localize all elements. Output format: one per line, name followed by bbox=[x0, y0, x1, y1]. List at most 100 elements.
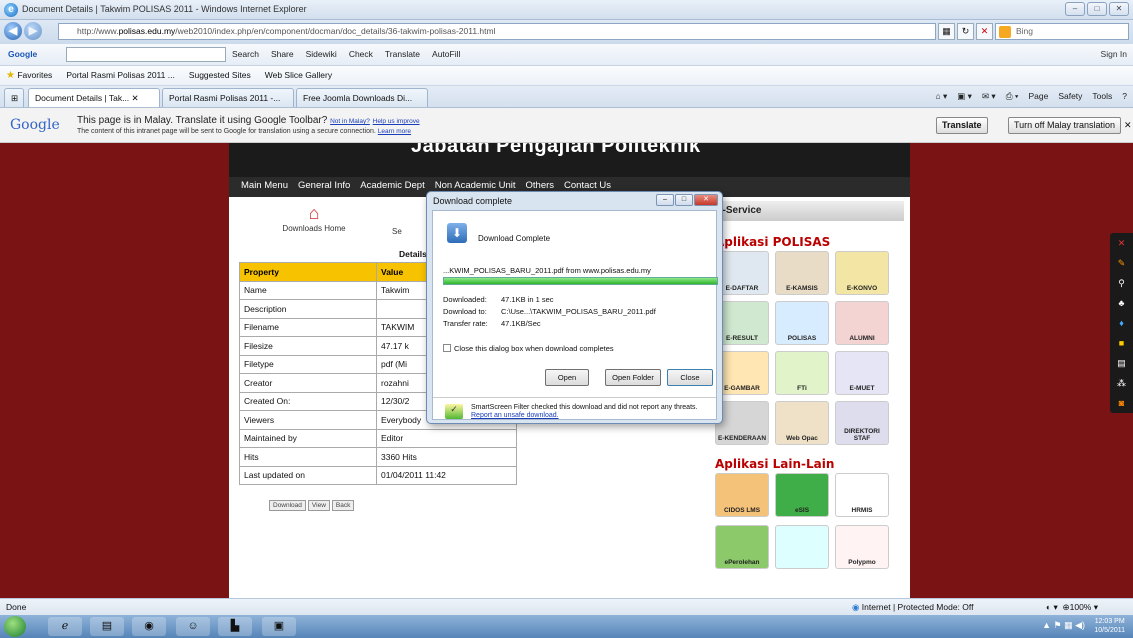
sign-in-link[interactable]: Sign In bbox=[1101, 49, 1127, 59]
google-toolbar-item[interactable]: Check bbox=[349, 49, 373, 59]
back-link-button[interactable]: Back bbox=[331, 500, 355, 511]
refresh-icon[interactable]: ↻ bbox=[957, 23, 974, 40]
search-link[interactable]: Se bbox=[392, 227, 402, 236]
nav-item[interactable]: General Info bbox=[298, 180, 350, 191]
app-icon-e-kenderaan[interactable]: E-KENDERAAN bbox=[715, 401, 769, 445]
app-icon-app[interactable] bbox=[775, 525, 829, 569]
taskbar-app-icon[interactable]: ▙ bbox=[218, 617, 252, 636]
mail-icon[interactable]: ✉ ▾ bbox=[982, 91, 996, 102]
fav-item[interactable]: Portal Rasmi Polisas 2011 ... bbox=[66, 70, 175, 81]
google-search-input[interactable] bbox=[66, 47, 226, 62]
google-toolbar-item[interactable]: Translate bbox=[385, 49, 420, 59]
google-toolbar-item[interactable]: Search bbox=[232, 49, 259, 59]
maximize-button[interactable]: □ bbox=[1087, 2, 1107, 16]
app-icon-eperolehan[interactable]: ePerolehan bbox=[715, 525, 769, 569]
digg-icon[interactable]: ♣ bbox=[1110, 293, 1133, 313]
bookmark-icon[interactable]: ■ bbox=[1110, 333, 1133, 353]
forward-button[interactable]: ▶ bbox=[24, 22, 42, 40]
more-share-icon[interactable]: ⁂ bbox=[1110, 373, 1133, 393]
report-unsafe-link[interactable]: Report an unsafe download. bbox=[471, 412, 559, 419]
view-button[interactable]: View bbox=[307, 500, 330, 511]
minimize-button[interactable]: – bbox=[1065, 2, 1085, 16]
rss-icon[interactable]: ◙ bbox=[1110, 393, 1133, 413]
fav-item[interactable]: Web Slice Gallery bbox=[265, 70, 332, 81]
nav-item[interactable]: Others bbox=[526, 180, 555, 191]
app-icon-web-opac[interactable]: Web Opac bbox=[775, 401, 829, 445]
app-icon-cidos-lms[interactable]: CIDOS LMS bbox=[715, 473, 769, 517]
turn-off-translation-button[interactable]: Turn off Malay translation bbox=[1008, 117, 1122, 134]
fav-item[interactable]: Suggested Sites bbox=[189, 70, 251, 81]
address-bar[interactable]: http://www.polisas.edu.my/web2010/index.… bbox=[58, 23, 936, 40]
stop-icon[interactable]: ✕ bbox=[976, 23, 993, 40]
close-when-complete-checkbox[interactable]: Close this dialog box when download comp… bbox=[443, 344, 614, 353]
app-icon-polisas[interactable]: POLISAS bbox=[775, 301, 829, 345]
search-share-icon[interactable]: ⚲ bbox=[1110, 273, 1133, 293]
app-icon-e-gambar[interactable]: E-GAMBAR bbox=[715, 351, 769, 395]
help-improve-link[interactable]: Help us improve bbox=[373, 118, 420, 125]
safety-menu[interactable]: Safety bbox=[1058, 91, 1082, 102]
close-button[interactable]: Close bbox=[667, 369, 713, 386]
close-translate-icon[interactable]: ✕ bbox=[1124, 120, 1132, 131]
home-icon[interactable]: ⌂ ▾ bbox=[936, 91, 948, 102]
app-icon-esis[interactable]: eSIS bbox=[775, 473, 829, 517]
taskbar-folder-icon[interactable]: ▤ bbox=[90, 617, 124, 636]
taskbar-media-icon[interactable]: ◉ bbox=[132, 617, 166, 636]
google-toolbar-item[interactable]: AutoFill bbox=[432, 49, 460, 59]
app-icon-e-result[interactable]: E-RESULT bbox=[715, 301, 769, 345]
taskbar-messenger-icon[interactable]: ☺ bbox=[176, 617, 210, 636]
download-button[interactable]: Download bbox=[269, 500, 306, 511]
help-icon[interactable]: ? bbox=[1122, 91, 1127, 102]
zoom-control[interactable]: ◐ ▾ ⊕100% ▾ bbox=[1046, 602, 1098, 613]
favorites-button[interactable]: ★ Favorites bbox=[6, 70, 52, 81]
taskbar-window-icon[interactable]: ▣ bbox=[262, 617, 296, 636]
feeds-icon[interactable]: ▣ ▾ bbox=[957, 91, 972, 102]
close-share-icon[interactable]: ✕ bbox=[1110, 233, 1133, 253]
search-box[interactable]: Bing bbox=[995, 23, 1129, 40]
print-share-icon[interactable]: ▤ bbox=[1110, 353, 1133, 373]
open-folder-button[interactable]: Open Folder bbox=[605, 369, 661, 386]
taskbar-ie-icon[interactable]: ℯ bbox=[48, 617, 82, 636]
nav-item[interactable]: Contact Us bbox=[564, 180, 611, 191]
app-icon-hrmis[interactable]: HRMIS bbox=[835, 473, 889, 517]
nav-item[interactable]: Main Menu bbox=[241, 180, 288, 191]
nav-item[interactable]: Academic Dept bbox=[360, 180, 424, 191]
delicious-icon[interactable]: ♦ bbox=[1110, 313, 1133, 333]
downloads-home-link[interactable]: ⌂ Downloads Home bbox=[269, 203, 359, 233]
app-icon-fti[interactable]: FTi bbox=[775, 351, 829, 395]
share-icon[interactable]: ✎ bbox=[1110, 253, 1133, 273]
tab-portal[interactable]: Portal Rasmi Polisas 2011 -... bbox=[162, 88, 294, 107]
open-button[interactable]: Open bbox=[545, 369, 589, 386]
google-toolbar-item[interactable]: Share bbox=[271, 49, 294, 59]
close-window-button[interactable]: ✕ bbox=[1109, 2, 1129, 16]
google-toolbar-item[interactable]: Sidewiki bbox=[306, 49, 337, 59]
app-icon-polypmo[interactable]: Polypmo bbox=[835, 525, 889, 569]
globe-icon: ◉ bbox=[852, 602, 860, 612]
start-button[interactable] bbox=[4, 616, 26, 637]
tools-menu[interactable]: Tools bbox=[1092, 91, 1112, 102]
app-icon-direktori-staf[interactable]: DIREKTORI STAF bbox=[835, 401, 889, 445]
not-malay-link[interactable]: Not in Malay? bbox=[330, 118, 370, 125]
security-zone[interactable]: ◉ Internet | Protected Mode: Off bbox=[852, 602, 973, 613]
print-icon[interactable]: ⎙ ▾ bbox=[1006, 91, 1019, 102]
dialog-close-button[interactable]: ✕ bbox=[694, 194, 718, 206]
dialog-controls: – □ ✕ bbox=[656, 194, 718, 206]
quick-tabs-button[interactable]: ⊞ bbox=[4, 88, 24, 107]
tab-row: ⊞ Document Details | Tak... ✕ Portal Ras… bbox=[0, 86, 1133, 108]
tab-document-details[interactable]: Document Details | Tak... ✕ bbox=[28, 88, 160, 107]
back-button[interactable]: ◀ bbox=[4, 22, 22, 40]
learn-more-link[interactable]: Learn more bbox=[378, 128, 411, 135]
translate-button[interactable]: Translate bbox=[936, 117, 988, 134]
app-icon-e-kamsis[interactable]: E-KAMSIS bbox=[775, 251, 829, 295]
clock[interactable]: 12:03 PM 10/5/2011 bbox=[1094, 617, 1125, 635]
app-icon-alumni[interactable]: ALUMNI bbox=[835, 301, 889, 345]
dialog-maximize-button[interactable]: □ bbox=[675, 194, 693, 206]
app-icon-e-konvo[interactable]: E-KONVO bbox=[835, 251, 889, 295]
compat-view-icon[interactable]: ▦ bbox=[938, 23, 955, 40]
tab-joomla[interactable]: Free Joomla Downloads Di... bbox=[296, 88, 428, 107]
app-icon-e-daftar[interactable]: E-DAFTAR bbox=[715, 251, 769, 295]
dialog-minimize-button[interactable]: – bbox=[656, 194, 674, 206]
app-icon-e-muet[interactable]: E-MUET bbox=[835, 351, 889, 395]
system-tray[interactable]: ▲ ⚑ ▦ ◀) bbox=[1042, 620, 1085, 631]
page-menu[interactable]: Page bbox=[1028, 91, 1048, 102]
nav-item[interactable]: Non Academic Unit bbox=[435, 180, 516, 191]
